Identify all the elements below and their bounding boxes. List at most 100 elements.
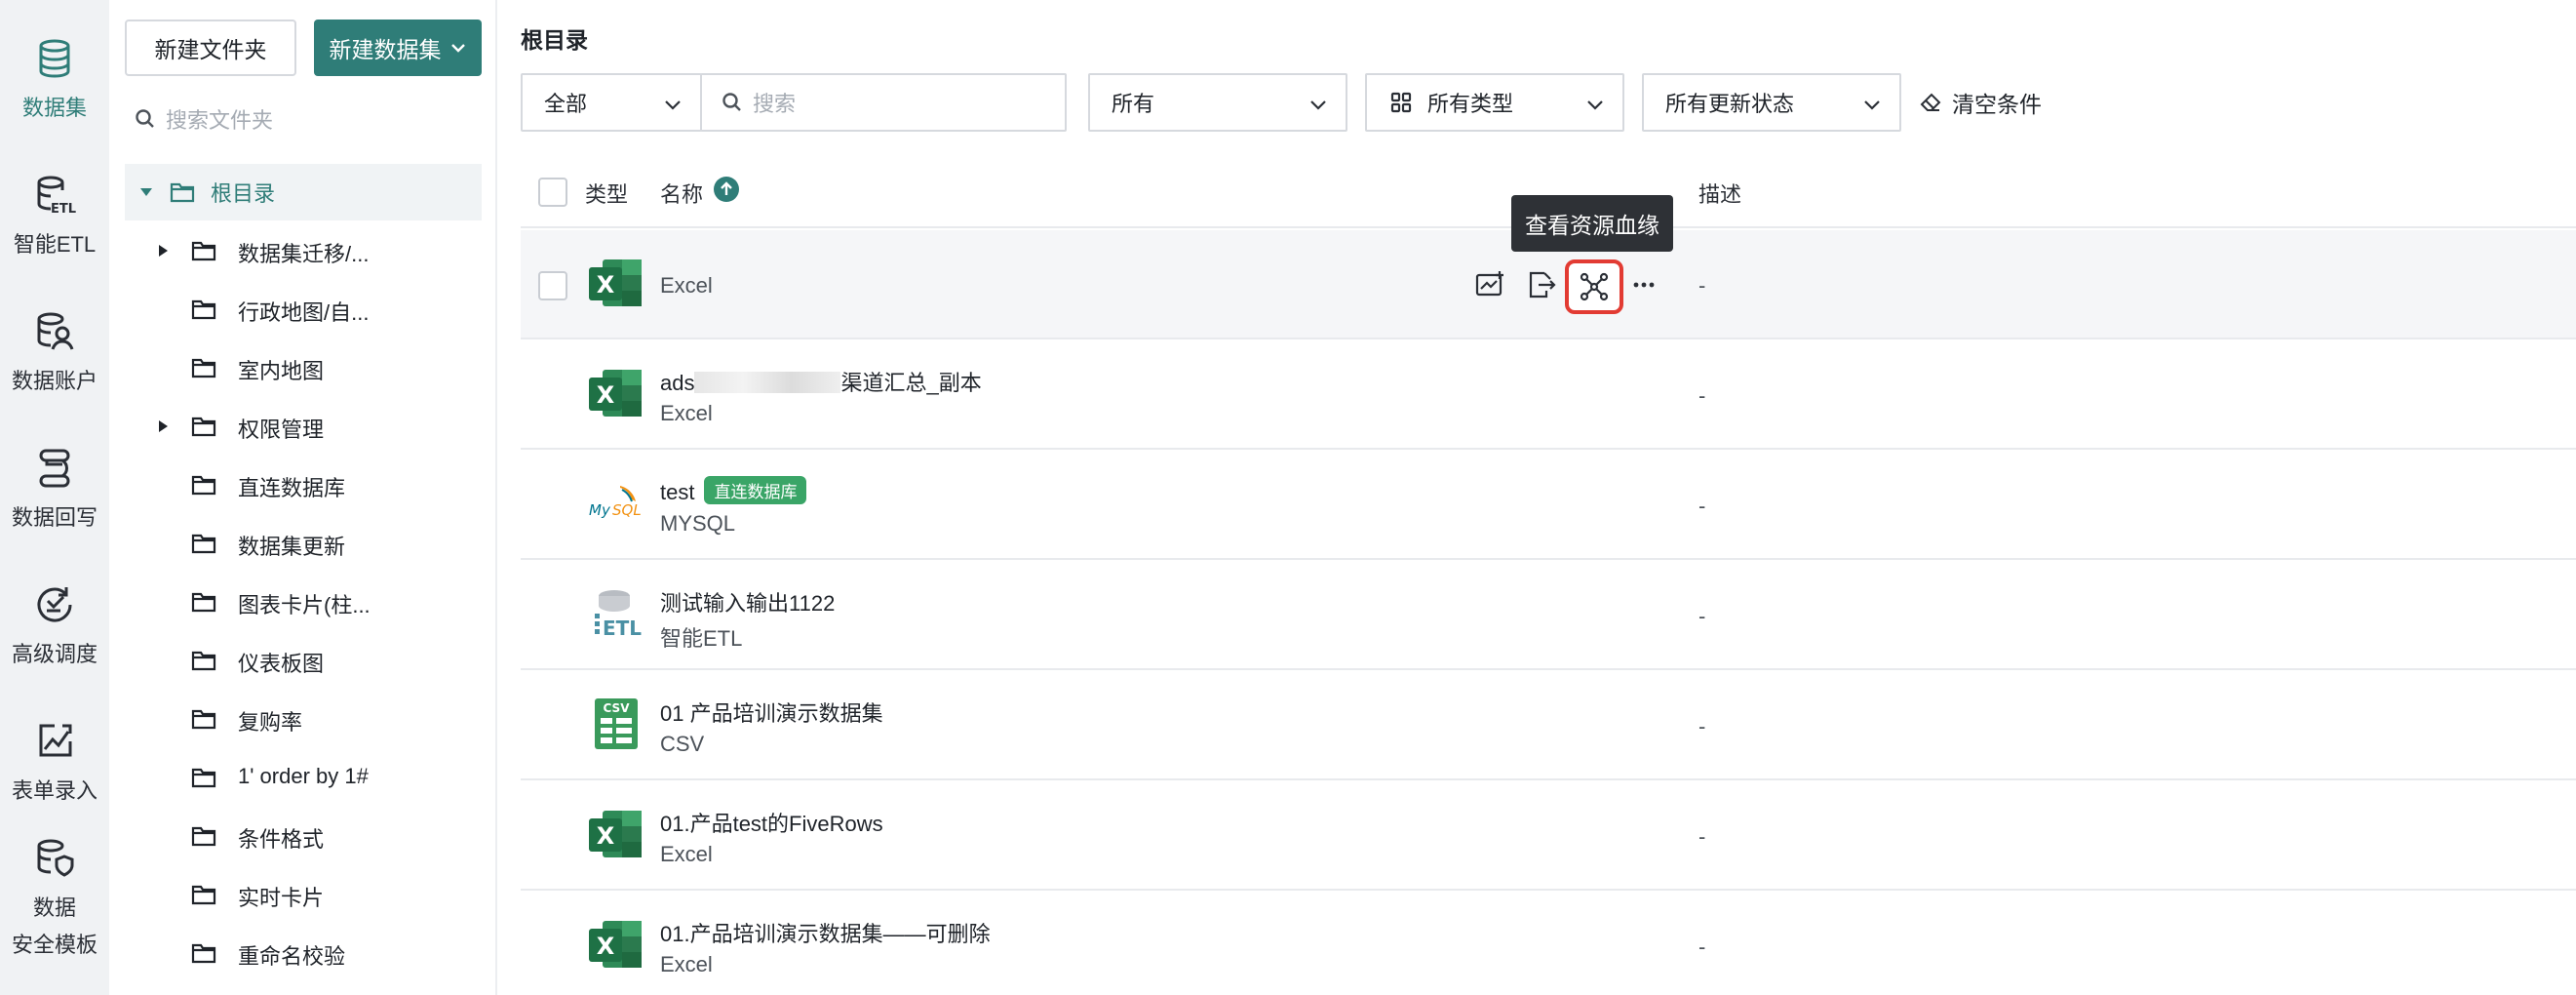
tree-node-root[interactable]: 根目录 [125, 164, 482, 220]
excel-icon: X [589, 370, 642, 417]
row-name: 01.产品培训演示数据集——可删除 [660, 917, 991, 948]
tree-node-label: 复购率 [238, 710, 303, 735]
folder-icon [191, 943, 216, 964]
scope-select[interactable]: 全部 [521, 73, 702, 132]
nav-rail: 数据集 ETL 智能ETL 数据账户 数据回写 高级调度 表单录入 数据 安全模… [0, 0, 109, 995]
caret-right-icon[interactable] [156, 243, 170, 259]
export-icon[interactable] [1525, 269, 1556, 300]
rail-label: 数据账户 [11, 369, 98, 393]
svg-text:X: X [597, 933, 615, 960]
folder-icon [191, 709, 216, 730]
update-status-select[interactable]: 所有更新状态 [1642, 73, 1901, 132]
new-dataset-button[interactable]: 新建数据集 [314, 20, 482, 76]
grid-icon [1390, 92, 1412, 113]
tree-node-folder[interactable]: 室内地图 [125, 339, 482, 396]
caret-right-icon[interactable] [156, 418, 170, 434]
svg-text:ETL: ETL [51, 202, 76, 217]
row-name-prefix: ads [660, 371, 695, 395]
clear-conditions-button[interactable]: 清空条件 [1919, 86, 2042, 119]
tree-node-folder[interactable]: 数据集更新 [125, 515, 482, 572]
rail-label: 表单录入 [11, 778, 98, 803]
table-row[interactable]: CSV 01 产品培训演示数据集 CSV - [521, 671, 2576, 780]
tree-node-folder[interactable]: 行政地图/自... [125, 281, 482, 338]
excel-icon: X [589, 811, 642, 857]
column-name[interactable]: 名称 [660, 178, 703, 209]
chevron-down-icon [665, 100, 681, 110]
tree-node-label: 权限管理 [238, 418, 325, 442]
row-name: 01.产品test的FiveRows [660, 807, 883, 838]
rail-item-security-template[interactable]: 数据 安全模板 [0, 837, 109, 964]
tree-node-folder[interactable]: 图表卡片(柱... [125, 574, 482, 630]
new-folder-button[interactable]: 新建文件夹 [125, 20, 296, 76]
row-name-text: test [660, 480, 695, 504]
tree-node-label: 条件格式 [238, 827, 325, 852]
form-entry-icon [39, 724, 72, 757]
rail-item-writeback[interactable]: 数据回写 [0, 447, 109, 537]
table-row[interactable]: Xads 渠道汇总_副本 Excel - [521, 340, 2576, 450]
table-row[interactable]: My SQL test 直连数据库 MYSQL - [521, 451, 2576, 560]
rail-item-form-entry[interactable]: 表单录入 [0, 720, 109, 810]
tree-node-label: 数据集迁移/... [238, 242, 370, 266]
folder-icon [191, 768, 216, 788]
type-select[interactable]: 所有类型 [1365, 73, 1624, 132]
folder-icon [170, 182, 195, 203]
row-desc: - [1698, 824, 1706, 849]
folder-icon [191, 826, 216, 847]
row-type: Excel [660, 401, 713, 425]
rail-item-data-account[interactable]: 数据账户 [0, 310, 109, 400]
svg-text:My: My [589, 501, 611, 519]
row-name: 01 产品培训演示数据集 [660, 696, 883, 728]
table-row[interactable]: X 01.产品培训演示数据集——可删除 Excel - [521, 892, 2576, 995]
rail-item-etl[interactable]: ETL 智能ETL [0, 174, 109, 263]
mysql-icon: My SQL [589, 486, 642, 519]
chevron-down-icon [450, 44, 465, 53]
new-dataset-label: 新建数据集 [329, 37, 442, 62]
tree-node-folder[interactable]: 直连数据库 [125, 457, 482, 513]
tree-node-folder[interactable]: 实时卡片 [125, 866, 482, 923]
folder-icon [191, 299, 216, 320]
row-type: 智能ETL [660, 626, 743, 651]
table-row[interactable]: X 01.产品test的FiveRows Excel - [521, 781, 2576, 891]
svg-text:SQL: SQL [612, 501, 642, 519]
folder-icon [191, 417, 216, 437]
tree-node-folder[interactable]: 权限管理 [125, 398, 482, 455]
chevron-down-icon [1587, 100, 1603, 110]
tree-node-folder[interactable]: 重命名校验 [125, 925, 482, 981]
type-select-value: 所有类型 [1427, 92, 1514, 116]
excel-icon: X [589, 921, 642, 968]
tree-node-folder[interactable]: 仪表板图 [125, 632, 482, 689]
folder-icon [191, 241, 216, 261]
folder-search-input[interactable]: 搜索文件夹 [125, 96, 482, 142]
tree-node-folder[interactable]: 条件格式 [125, 808, 482, 864]
rail-label: 智能ETL [13, 232, 97, 257]
page-title: 根目录 [521, 27, 588, 53]
select-all-checkbox[interactable] [538, 178, 567, 207]
search-input[interactable]: 搜索 [700, 73, 1067, 132]
table-row[interactable]: ETL 测试输入输出1122 智能ETL - [521, 561, 2576, 670]
main-content: 根目录 全部 搜索 所有 所有类型 所有更新状态 清空条件 类型 名称 描述 X… [521, 0, 2576, 995]
tree-node-label: 图表卡片(柱... [238, 593, 371, 617]
svg-text:X: X [597, 822, 615, 850]
column-type: 类型 [585, 182, 629, 207]
row-type: Excel [660, 842, 713, 866]
row-type: CSV [660, 732, 705, 756]
tree-node-folder[interactable]: 复购率 [125, 691, 482, 747]
tree-node-folder[interactable]: 1' order by 1# [125, 749, 482, 806]
view-lineage-button[interactable] [1565, 259, 1623, 314]
more-icon[interactable] [1628, 269, 1659, 300]
row-checkbox[interactable] [538, 271, 567, 300]
folder-icon [191, 885, 216, 905]
row-type: Excel [660, 273, 713, 298]
owner-select[interactable]: 所有 [1088, 73, 1347, 132]
tree-node-folder[interactable]: 数据集迁移/... [125, 222, 482, 279]
column-desc: 描述 [1698, 182, 1742, 207]
caret-down-icon [140, 188, 152, 196]
etl-file-icon: ETL [595, 590, 642, 640]
row-name-text: 01.产品培训演示数据集——可删除 [660, 922, 991, 946]
rail-label-line: 数据 [32, 896, 76, 920]
sort-ascending-icon[interactable] [714, 177, 739, 202]
rail-item-dataset[interactable]: 数据集 [0, 37, 109, 127]
rail-item-schedule[interactable]: 高级调度 [0, 583, 109, 673]
add-chart-icon[interactable] [1474, 269, 1505, 300]
lineage-tooltip: 查看资源血缘 [1511, 195, 1673, 252]
